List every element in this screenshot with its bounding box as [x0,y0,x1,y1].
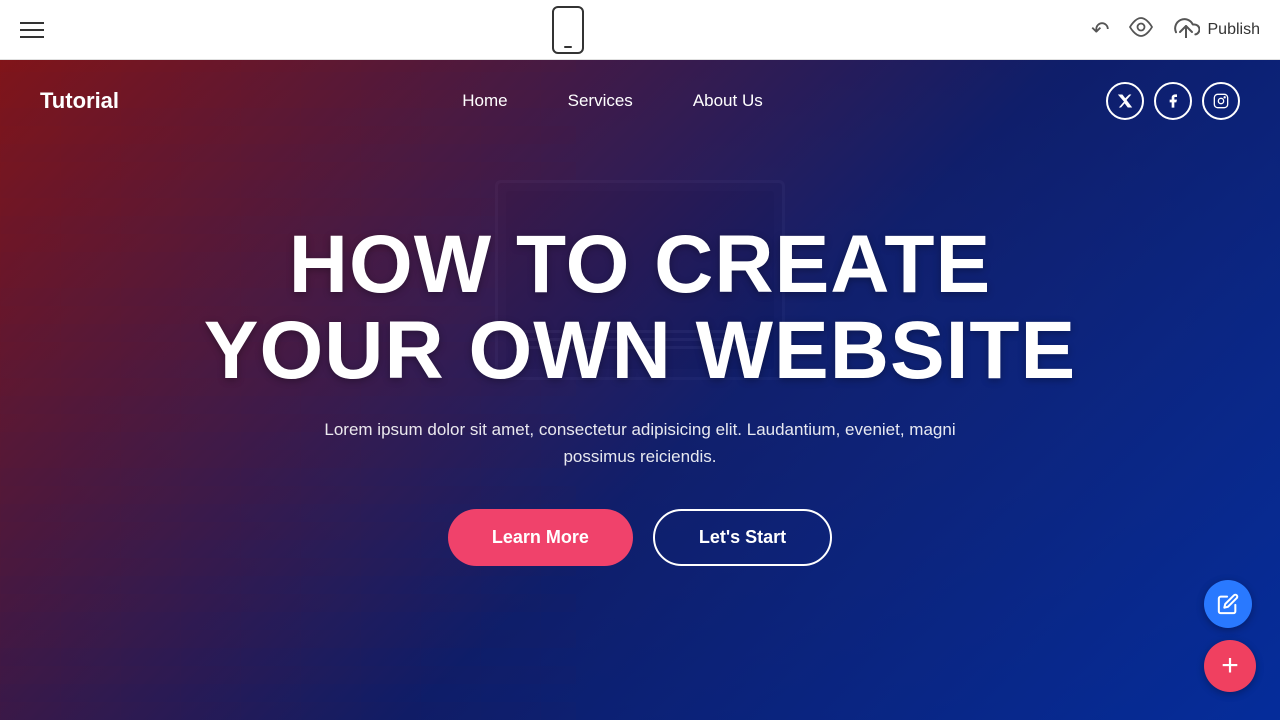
lets-start-button[interactable]: Let's Start [653,509,832,566]
site-navigation: Tutorial Home Services About Us [0,60,1280,142]
add-fab-button[interactable]: + [1204,640,1256,692]
social-icons [1106,82,1240,120]
toolbar-center [552,6,584,54]
toolbar-left [20,22,44,38]
edit-fab-button[interactable] [1204,580,1252,628]
publish-button[interactable]: Publish [1172,16,1260,44]
hero-description: Lorem ipsum dolor sit amet, consectetur … [290,416,990,470]
instagram-icon[interactable] [1202,82,1240,120]
twitter-icon[interactable] [1106,82,1144,120]
hero-title-line1: HOW TO CREATE [289,219,991,310]
cloud-upload-icon [1172,16,1200,44]
hero-content: HOW TO CREATE YOUR OWN WEBSITE Lorem ips… [0,142,1280,566]
site-logo: Tutorial [40,88,119,114]
publish-label: Publish [1208,21,1260,39]
facebook-icon[interactable] [1154,82,1192,120]
hero-title-line2: YOUR OWN WEBSITE [204,305,1076,396]
toolbar-right: ↶ Publish [1091,16,1260,44]
mobile-preview-icon[interactable] [552,6,584,54]
nav-services[interactable]: Services [568,91,633,111]
nav-links: Home Services About Us [462,91,762,111]
undo-icon[interactable]: ↶ [1091,19,1109,41]
preview-icon[interactable] [1128,17,1154,43]
hero-buttons: Learn More Let's Start [0,509,1280,566]
plus-icon: + [1221,651,1239,681]
website-preview: Tutorial Home Services About Us [0,60,1280,720]
learn-more-button[interactable]: Learn More [448,509,633,566]
toolbar: ↶ Publish [0,0,1280,60]
nav-home[interactable]: Home [462,91,507,111]
nav-about[interactable]: About Us [693,91,763,111]
hero-title: HOW TO CREATE YOUR OWN WEBSITE [0,222,1280,394]
hamburger-menu-icon[interactable] [20,22,44,38]
fab-container: + [1204,580,1256,692]
